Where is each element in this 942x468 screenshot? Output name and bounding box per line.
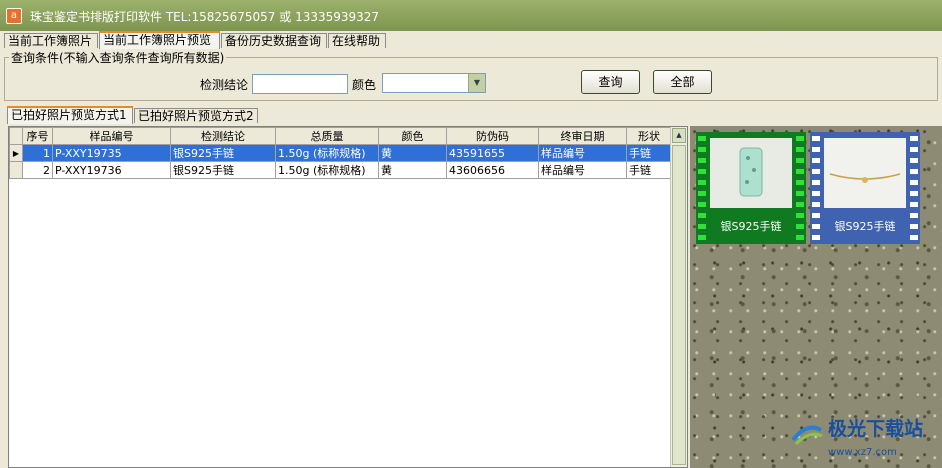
table-cell[interactable]: 手链 (626, 161, 672, 179)
conclusion-label: 检测结论 (200, 78, 249, 92)
conclusion-input[interactable] (252, 74, 348, 94)
column-header[interactable]: 颜色 (378, 127, 447, 145)
table-cell[interactable]: P-XXY19735 (52, 144, 171, 162)
column-header[interactable]: 终审日期 (538, 127, 627, 145)
table-cell[interactable]: 样品编号 (538, 144, 627, 162)
photo-thumbnail[interactable]: 银S925手链 (696, 132, 806, 244)
watermark-url: www.xz7.com (828, 447, 897, 458)
column-header[interactable]: 序号 (22, 127, 53, 145)
search-button[interactable]: 查询 (581, 70, 640, 94)
app-icon: a (6, 8, 22, 24)
photo-data-grid[interactable]: 序号 样品编号 检测结论 总质量 颜色 防伪码 终审日期 形状 ▶ 1 P-XX… (8, 126, 688, 468)
table-cell[interactable]: 银S925手链 (170, 161, 276, 179)
column-header[interactable]: 检测结论 (170, 127, 276, 145)
table-cell[interactable]: 黄 (378, 144, 447, 162)
tab-preview-mode-1[interactable]: 已拍好照片预览方式1 (7, 106, 133, 124)
preview-mode-tab-strip: 已拍好照片预览方式1 已拍好照片预览方式2 (0, 106, 942, 124)
tab-preview-mode-2[interactable]: 已拍好照片预览方式2 (134, 108, 258, 123)
jewelry-photo-icon (824, 138, 906, 208)
window-title: 珠宝鉴定书排版打印软件 TEL:15825675057 或 1333593932… (30, 10, 380, 24)
table-cell[interactable]: 2 (22, 161, 53, 179)
color-label: 颜色 (352, 78, 377, 92)
tab-current-workbook-photo-preview[interactable]: 当前工作簿照片预览 (99, 31, 220, 49)
scrollbar-thumb[interactable] (672, 145, 686, 465)
chevron-down-icon[interactable]: ▼ (468, 74, 485, 92)
data-table: 序号 样品编号 检测结论 总质量 颜色 防伪码 终审日期 形状 ▶ 1 P-XX… (9, 127, 672, 179)
column-header[interactable]: 形状 (626, 127, 672, 145)
table-cell[interactable]: 银S925手链 (170, 144, 276, 162)
row-indicator-header (9, 127, 23, 145)
tab-backup-history-query[interactable]: 备份历史数据查询 (221, 33, 327, 48)
scroll-up-arrow-icon[interactable]: ▲ (672, 128, 686, 143)
table-cell[interactable]: 黄 (378, 161, 447, 179)
watermark-text: 极光下载站 (828, 418, 924, 440)
table-cell[interactable]: 手链 (626, 144, 672, 162)
main-tab-strip: 当前工作簿照片 当前工作簿照片预览 备份历史数据查询 在线帮助 (0, 31, 942, 49)
row-indicator (9, 161, 23, 179)
column-header[interactable]: 样品编号 (52, 127, 171, 145)
table-row[interactable]: ▶ 1 P-XXY19735 银S925手链 1.50g (标称规格) 黄 43… (9, 144, 672, 162)
tab-current-workbook-photos[interactable]: 当前工作簿照片 (4, 33, 98, 48)
photo-thumbnail[interactable]: 银S925手链 (810, 132, 920, 244)
current-row-arrow-icon: ▶ (9, 144, 23, 162)
table-row[interactable]: 2 P-XXY19736 银S925手链 1.50g (标称规格) 黄 4360… (9, 161, 672, 179)
table-cell[interactable]: 1 (22, 144, 53, 162)
jewelry-photo-icon (710, 138, 792, 208)
table-header-row: 序号 样品编号 检测结论 总质量 颜色 防伪码 终审日期 形状 (9, 127, 672, 145)
table-cell[interactable]: 1.50g (标称规格) (275, 161, 379, 179)
table-cell[interactable]: 43606656 (446, 161, 539, 179)
table-cell[interactable]: 43591655 (446, 144, 539, 162)
all-button[interactable]: 全部 (653, 70, 712, 94)
grid-vertical-scrollbar[interactable]: ▲ (670, 127, 687, 467)
column-header[interactable]: 总质量 (275, 127, 379, 145)
title-bar: a 珠宝鉴定书排版打印软件 TEL:15825675057 或 13335939… (0, 0, 942, 31)
column-header[interactable]: 防伪码 (446, 127, 539, 145)
photo-caption: 银S925手链 (834, 220, 896, 233)
photo-caption: 银S925手链 (720, 220, 782, 233)
table-cell[interactable]: 样品编号 (538, 161, 627, 179)
table-cell[interactable]: 1.50g (标称规格) (275, 144, 379, 162)
table-cell[interactable]: P-XXY19736 (52, 161, 171, 179)
tab-online-help[interactable]: 在线帮助 (328, 33, 386, 48)
query-group-title: 查询条件(不输入查询条件查询所有数据) (9, 49, 227, 66)
color-combobox[interactable]: ▼ (382, 73, 486, 93)
watermark-logo-icon (791, 425, 823, 446)
